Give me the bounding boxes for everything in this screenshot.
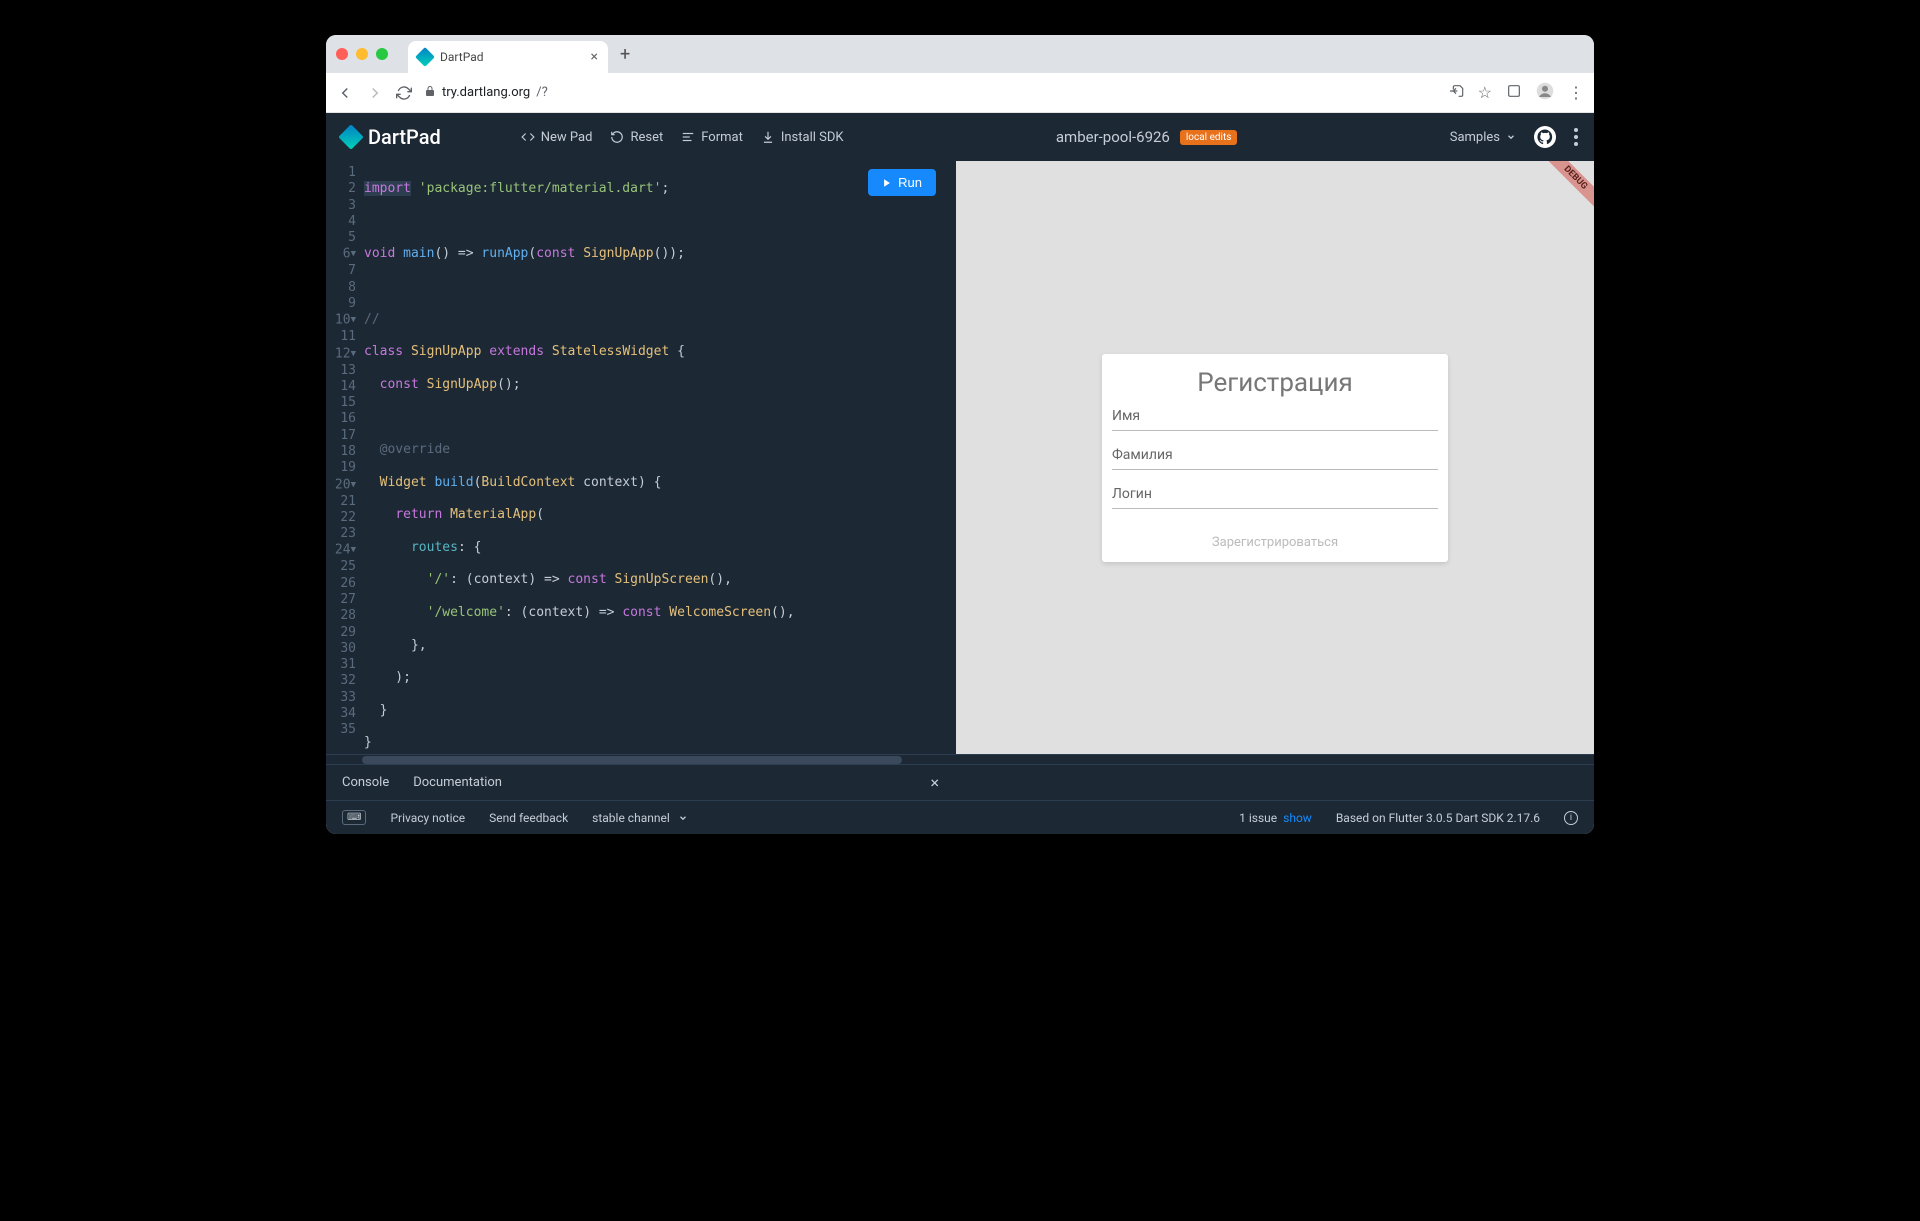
input-underline [1112,469,1438,470]
code-editor[interactable]: import 'package:flutter/material.dart'; … [362,161,950,754]
forward-button[interactable] [366,84,384,102]
lock-icon [424,85,436,101]
feedback-link[interactable]: Send feedback [489,811,568,825]
issue-count: 1 issue [1239,811,1277,825]
play-icon [882,178,892,188]
signup-card: Регистрация Имя Фамилия Логин Зарегистри… [1102,354,1448,562]
field-label-login: Логин [1112,486,1438,502]
dartpad-header: DartPad New Pad Reset Format Install SDK… [326,113,1594,161]
header-center: amber-pool-6926 local edits [844,128,1450,146]
browser-tab[interactable]: DartPad × [408,41,608,73]
share-icon[interactable] [1448,83,1464,103]
signup-submit-button[interactable]: Зарегистрироваться [1102,525,1448,562]
channel-dropdown[interactable]: stable channel [592,811,688,825]
browser-window: DartPad × + try.dartlang.org /? ☆ [326,35,1594,834]
close-tab-icon[interactable]: × [591,49,598,65]
window-controls [336,48,388,60]
new-tab-button[interactable]: + [620,44,630,65]
profile-icon[interactable] [1536,82,1554,104]
github-icon[interactable] [1534,126,1556,148]
chevron-down-icon [678,813,688,823]
browser-tab-bar: DartPad × + [326,35,1594,73]
editor-pane: 12345 6▼789 10▼1112▼13141516171819 20▼21… [326,161,956,754]
line-gutter: 12345 6▼789 10▼1112▼13141516171819 20▼21… [326,161,362,754]
dartpad-logo[interactable]: DartPad [342,125,441,149]
editor-horizontal-scrollbar[interactable] [326,754,1594,764]
close-panel-icon[interactable]: × [930,773,939,792]
sdk-version: Based on Flutter 3.0.5 Dart SDK 2.17.6 [1336,811,1540,825]
show-issues-link[interactable]: show [1283,811,1312,825]
privacy-link[interactable]: Privacy notice [390,811,465,825]
debug-badge [1544,161,1594,211]
star-icon[interactable]: ☆ [1478,83,1492,102]
field-surname[interactable]: Фамилия [1102,447,1448,486]
tab-title: DartPad [440,50,583,64]
run-button[interactable]: Run [868,169,936,196]
maximize-window-button[interactable] [376,48,388,60]
field-name[interactable]: Имя [1102,408,1448,447]
address-bar: try.dartlang.org /? ☆ ⋮ [326,73,1594,113]
local-edits-badge: local edits [1180,130,1238,145]
field-login[interactable]: Логин [1102,486,1448,525]
addr-icons: ☆ ⋮ [1448,82,1584,104]
url-field[interactable]: try.dartlang.org /? [424,85,1436,101]
close-window-button[interactable] [336,48,348,60]
samples-dropdown[interactable]: Samples [1450,130,1516,145]
minimize-window-button[interactable] [356,48,368,60]
install-sdk-button[interactable]: Install SDK [761,130,844,145]
url-host: try.dartlang.org [442,85,530,100]
keyboard-icon[interactable]: ⌨ [342,810,366,825]
app-name: DartPad [368,125,441,149]
input-underline [1112,508,1438,509]
main-area: 12345 6▼789 10▼1112▼13141516171819 20▼21… [326,161,1594,754]
console-tab[interactable]: Console [342,775,389,790]
documentation-tab[interactable]: Documentation [413,775,502,790]
preview-pane: Регистрация Имя Фамилия Логин Зарегистри… [956,161,1594,754]
new-pad-button[interactable]: New Pad [521,130,593,145]
header-right: Samples [1450,126,1578,148]
reload-button[interactable] [396,85,412,101]
project-name[interactable]: amber-pool-6926 [1056,128,1170,146]
url-path: /? [536,85,548,100]
bottom-panel-tabs: Console Documentation × [326,764,1594,800]
dart-logo-icon [338,124,363,149]
chrome-menu-icon[interactable]: ⋮ [1568,83,1584,102]
footer: ⌨ Privacy notice Send feedback stable ch… [326,800,1594,834]
chevron-down-icon [1506,132,1516,142]
info-icon[interactable]: i [1564,811,1578,825]
tab-favicon [415,47,435,67]
reset-button[interactable]: Reset [610,130,663,145]
card-title: Регистрация [1102,354,1448,408]
input-underline [1112,430,1438,431]
extension-icon[interactable] [1506,83,1522,103]
header-actions: New Pad Reset Format Install SDK [521,130,844,145]
more-menu-icon[interactable] [1574,128,1578,146]
field-label-surname: Фамилия [1112,447,1438,463]
format-button[interactable]: Format [681,130,743,145]
field-label-name: Имя [1112,408,1438,424]
back-button[interactable] [336,84,354,102]
